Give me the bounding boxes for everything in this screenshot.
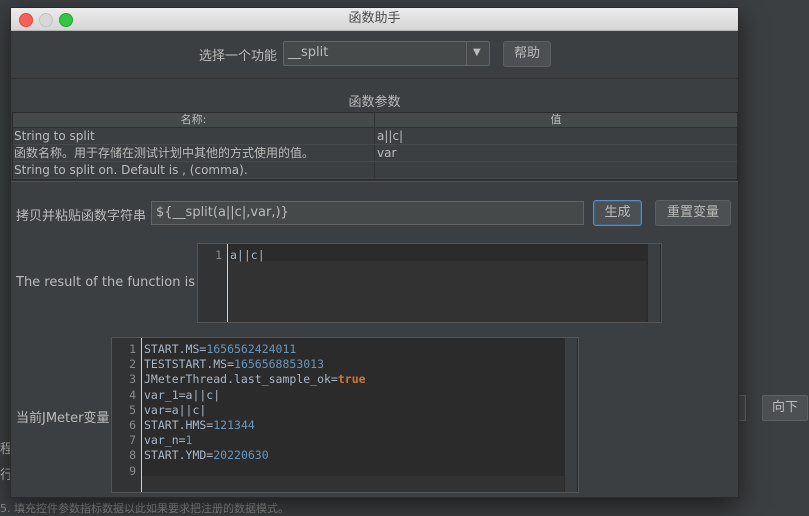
variable-line[interactable]: JMeterThread.last_sample_ok=true	[144, 372, 366, 386]
variable-value: 1656562424011	[206, 342, 297, 356]
variable-line[interactable]: START.MS=1656562424011	[144, 342, 296, 356]
param-value[interactable]: var	[377, 145, 733, 161]
line-number: 1	[129, 342, 136, 356]
vertical-scrollbar[interactable]	[564, 338, 577, 492]
result-label: The result of the function is	[16, 275, 195, 290]
jmeter-variables-label: 当前JMeter变量	[16, 411, 110, 426]
select-function-label: 选择一个功能	[199, 49, 278, 64]
line-number: 6	[129, 418, 136, 432]
table-row[interactable]: String to split on. Default is , (comma)…	[13, 162, 737, 179]
line-number: 3	[129, 372, 136, 387]
params-table: 名称: 值 String to split a||c| 函数名称。用于存储在测试…	[12, 112, 738, 180]
variable-value: 20220630	[213, 448, 269, 463]
dropdown-arrow[interactable]: ▼	[466, 42, 489, 65]
column-header-value[interactable]: 值	[375, 113, 738, 128]
variable-key: var=a||c|	[144, 402, 207, 417]
variable-value: 1	[185, 433, 193, 448]
line-number: 9	[129, 463, 136, 478]
variable-value: 121344	[213, 418, 255, 432]
function-select[interactable]: __split ▼	[283, 41, 490, 66]
variable-line[interactable]: var_n=1	[144, 433, 192, 447]
function-string-value: ${__split(a||c|,var,)}	[156, 205, 289, 220]
generate-button[interactable]: 生成	[593, 200, 642, 226]
param-value[interactable]	[377, 162, 733, 178]
editor-area	[228, 261, 646, 322]
variable-value: 1656568853013	[234, 357, 325, 372]
background-bottom-text: 5. 填充控件参数指标数据以此如果要求把注册的数据模式。	[0, 502, 289, 515]
function-string-field[interactable]: ${__split(a||c|,var,)}	[151, 201, 584, 225]
chevron-down-icon: ▼	[473, 47, 481, 58]
variable-key: START.YMD=	[144, 448, 214, 463]
variable-key: JMeterThread.last_sample_ok=	[144, 372, 338, 387]
down-button[interactable]: 向下	[762, 395, 808, 421]
help-button[interactable]: 帮助	[503, 41, 551, 67]
column-header-name[interactable]: 名称:	[13, 113, 375, 128]
param-value[interactable]: a||c|	[377, 128, 733, 144]
table-row[interactable]: 函数名称。用于存储在测试计划中其他的方式使用的值。 var	[13, 145, 737, 162]
param-name: String to split	[14, 129, 95, 143]
line-number: 4	[129, 387, 136, 402]
line-number: 2	[129, 357, 136, 372]
variable-value: true	[337, 372, 366, 387]
divider	[11, 78, 738, 79]
editor-empty-area	[142, 476, 566, 492]
title-bar: 函数助手	[11, 8, 738, 31]
copy-function-label: 拷贝并粘贴函数字符串	[16, 209, 147, 224]
variable-line[interactable]: var=a||c|	[144, 403, 206, 417]
variable-key: START.MS=	[144, 342, 207, 356]
reset-variables-button[interactable]: 重置变量	[655, 200, 731, 226]
line-number: 7	[129, 433, 136, 448]
line-number: 8	[129, 448, 136, 463]
variable-line[interactable]: START.YMD=20220630	[144, 448, 269, 462]
gutter-divider	[141, 338, 142, 492]
variable-line[interactable]: TESTSTART.MS=1656568853013	[144, 357, 324, 371]
variable-line[interactable]: START.HMS=121344	[144, 418, 255, 432]
variable-key: TESTSTART.MS=	[144, 357, 235, 372]
vertical-scrollbar[interactable]	[647, 244, 660, 322]
divider	[11, 181, 738, 182]
variable-key: var_n=	[144, 433, 186, 448]
selected-function-value: __split	[288, 45, 329, 60]
param-name: String to split on. Default is , (comma)…	[14, 163, 248, 177]
table-row[interactable]: String to split a||c|	[13, 128, 737, 145]
result-editor[interactable]: 1 a||c|	[197, 243, 662, 323]
result-text[interactable]: a||c|	[230, 248, 265, 262]
variable-key: var_1=a||c|	[144, 387, 221, 402]
dialog-title: 函数助手	[348, 11, 401, 26]
variables-editor[interactable]: 1 START.MS=1656562424011 2 TESTSTART.MS=165…	[111, 337, 579, 493]
param-name: 函数名称。用于存储在测试计划中其他的方式使用的值。	[14, 146, 315, 160]
line-number: 5	[129, 402, 136, 417]
params-title: 函数参数	[348, 95, 401, 110]
variable-key: START.HMS=	[144, 418, 214, 432]
line-number: 1	[215, 248, 222, 262]
function-helper-dialog: 函数助手 选择一个功能 __split ▼ 帮助 函数参数 名称: 值 Stri…	[10, 7, 739, 498]
variable-line[interactable]: var_1=a||c|	[144, 388, 220, 402]
